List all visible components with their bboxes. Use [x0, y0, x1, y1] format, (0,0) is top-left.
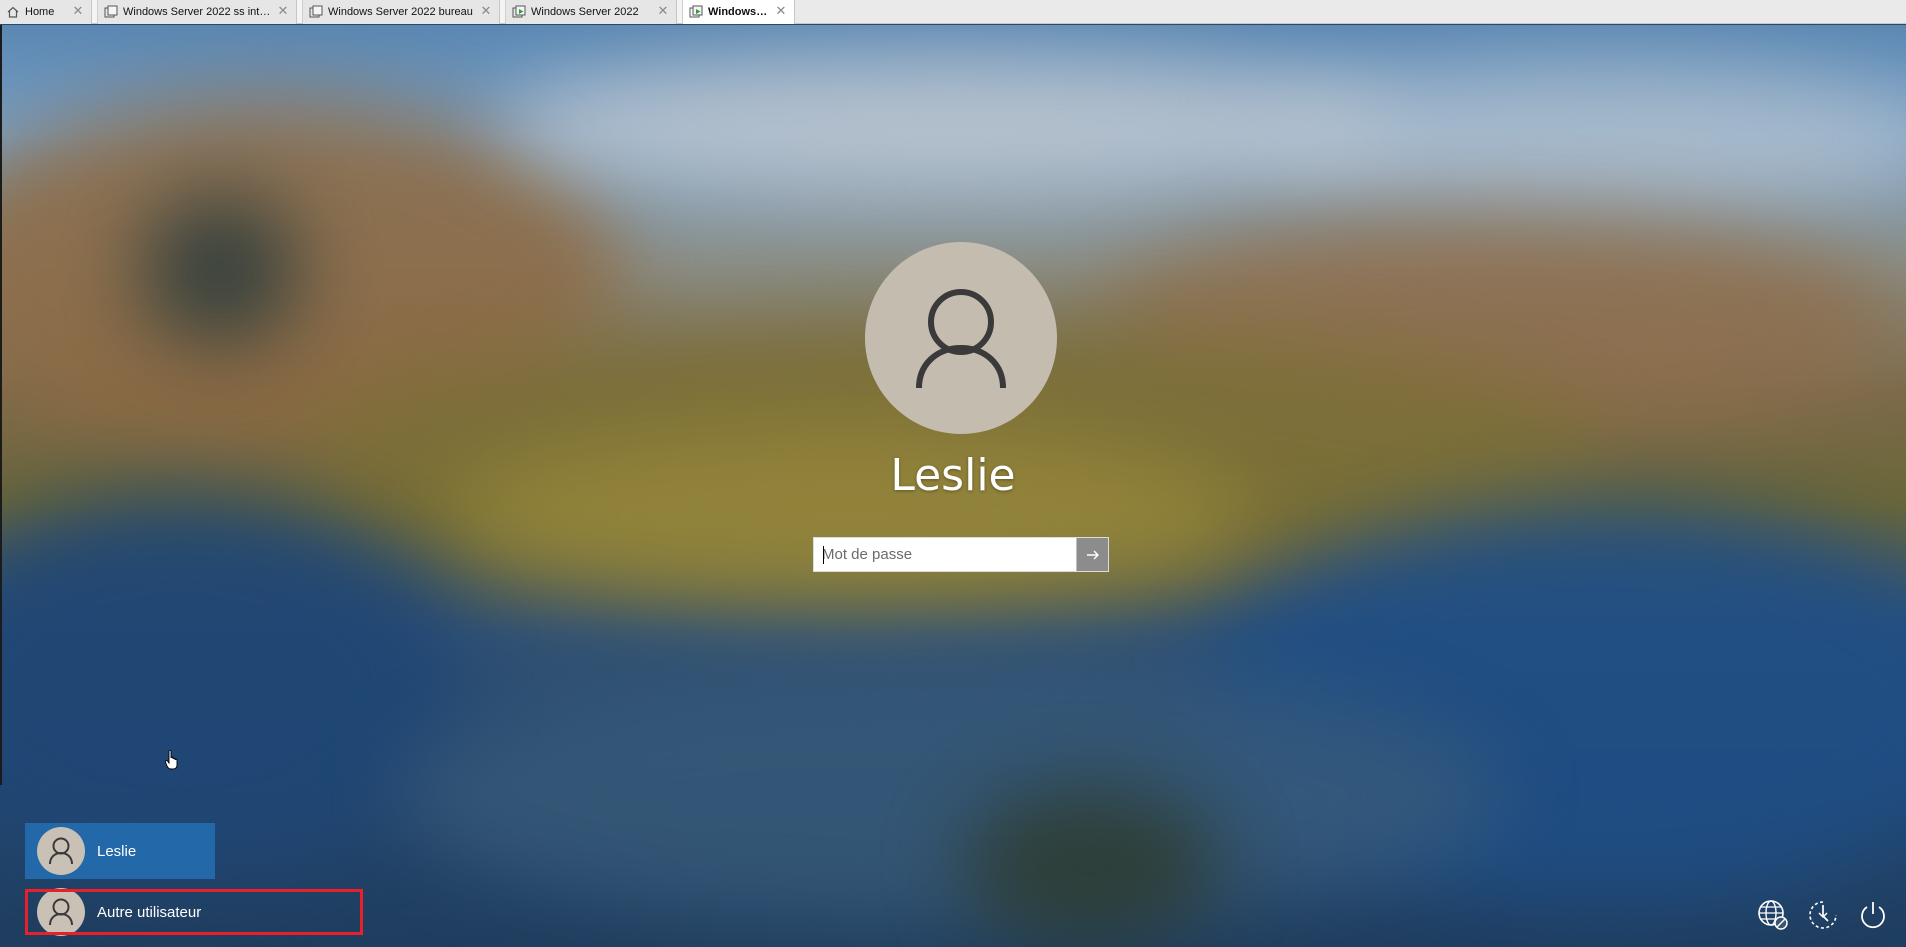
vm-running-icon	[689, 5, 703, 19]
tab-windows-server-2022-bureau[interactable]: Windows Server 2022 bureau ✕	[303, 0, 500, 24]
password-field[interactable]	[814, 538, 1076, 571]
vm-tab-bar: Home ✕ Windows Server 2022 ss inter… ✕ W…	[0, 0, 1906, 24]
tab-label: Home	[25, 6, 55, 18]
login-user-name: Leslie	[890, 450, 1016, 501]
close-icon[interactable]: ✕	[276, 5, 290, 19]
avatar	[37, 888, 85, 936]
user-list-item-label: Autre utilisateur	[97, 903, 202, 921]
background-shape	[140, 195, 300, 345]
tab-label: Windows Server 2022	[531, 6, 639, 18]
user-list-item-autre-utilisateur[interactable]: Autre utilisateur	[25, 884, 363, 940]
avatar	[37, 827, 85, 875]
user-icon	[49, 898, 73, 926]
window-edge	[0, 25, 2, 785]
password-box	[813, 537, 1109, 572]
submit-button[interactable]	[1076, 538, 1108, 571]
close-icon[interactable]: ✕	[656, 5, 670, 19]
mouse-cursor-icon	[164, 749, 179, 770]
vm-icon	[104, 5, 118, 19]
close-icon[interactable]: ✕	[774, 5, 788, 19]
background-shape	[400, 665, 1500, 925]
tab-windows-server-2022-ss-inter[interactable]: Windows Server 2022 ss inter… ✕	[98, 0, 297, 24]
user-list-item-leslie[interactable]: Leslie	[25, 823, 215, 879]
tab-home[interactable]: Home ✕	[0, 0, 92, 24]
home-icon	[6, 5, 20, 19]
background-shape	[1250, 65, 1906, 215]
background-shape	[960, 785, 1220, 945]
tab-label: Windows Server 2022 ss inter…	[123, 6, 272, 18]
user-list-item-label: Leslie	[97, 842, 137, 860]
user-avatar	[865, 242, 1057, 434]
vm-running-icon	[512, 5, 526, 19]
vm-icon	[309, 5, 323, 19]
close-icon[interactable]: ✕	[71, 5, 85, 19]
tab-label: Windows 10	[708, 6, 770, 18]
background-shape	[0, 495, 460, 875]
user-icon	[916, 289, 1006, 389]
user-icon	[49, 837, 73, 865]
close-icon[interactable]: ✕	[479, 5, 493, 19]
text-caret	[823, 546, 824, 564]
power-icon[interactable]	[1856, 898, 1890, 932]
tab-windows-server-2022[interactable]: Windows Server 2022 ✕	[506, 0, 677, 24]
accessibility-icon[interactable]	[1806, 898, 1840, 932]
tab-windows-10[interactable]: Windows 10 ✕	[683, 0, 795, 24]
arrow-right-icon	[1086, 550, 1099, 559]
tab-label: Windows Server 2022 bureau	[328, 6, 473, 18]
network-icon[interactable]	[1756, 898, 1790, 932]
